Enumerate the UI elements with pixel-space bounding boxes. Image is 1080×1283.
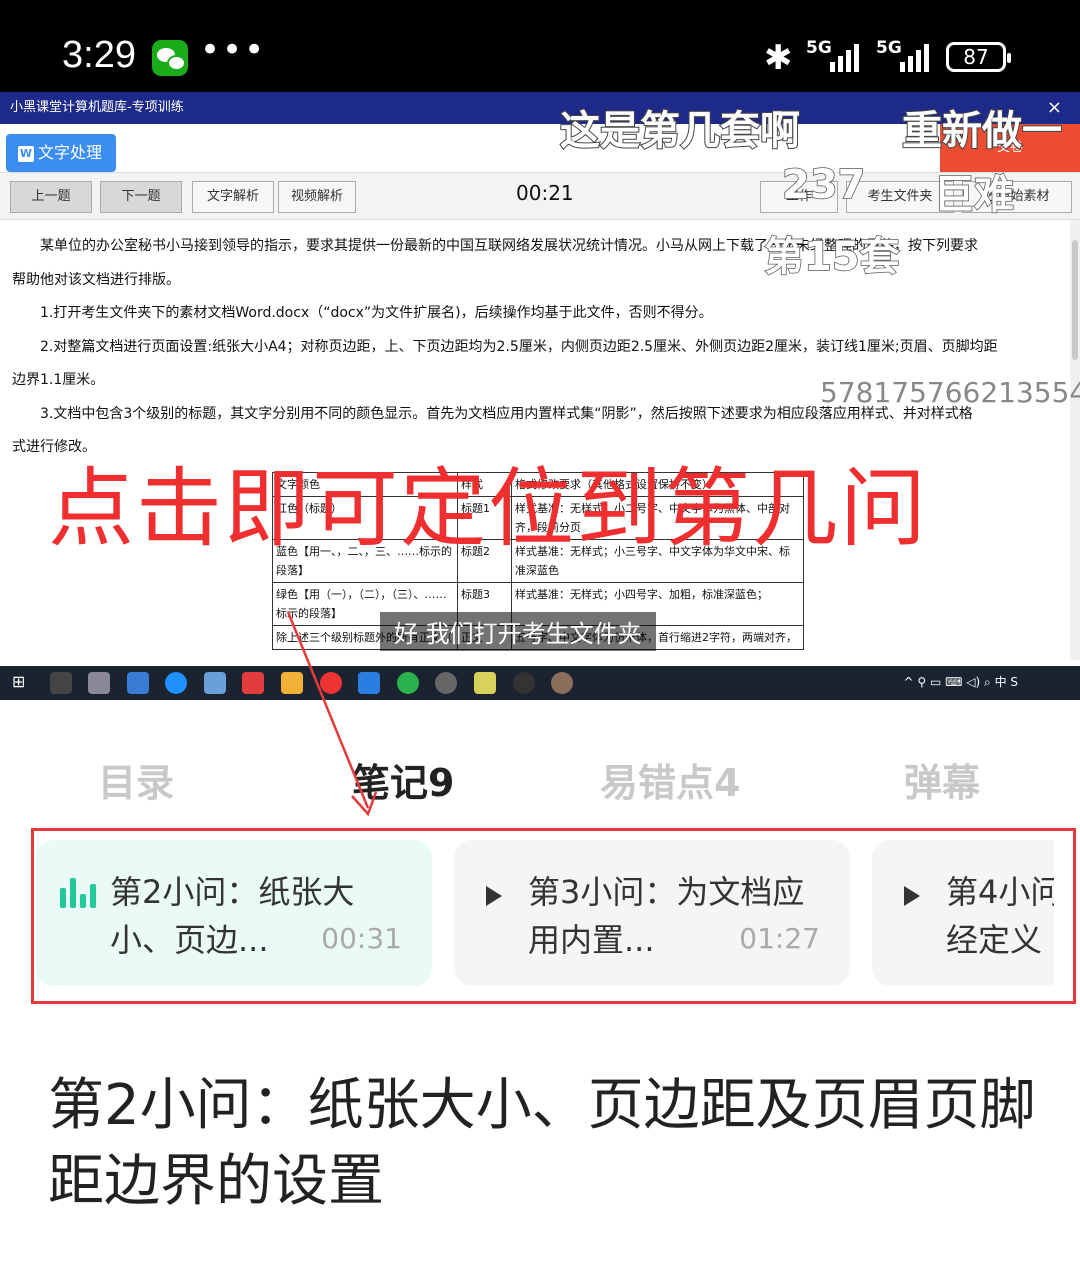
play-icon [896,878,920,906]
app-icon-note [474,672,496,694]
note-time: 00:31 [321,922,402,955]
video-player[interactable]: 小黑课堂计算机题库-专项训练 × W 文字处理 交卷 上一题 下一题 文字解析 视… [0,92,1080,700]
video-subtitle: 好 我们打开考生文件夹 [380,612,656,651]
app-icon-cloud [88,672,110,694]
qq-icon [513,672,535,694]
app-title: 小黑课堂计算机题库-专项训练 [10,100,184,115]
signal-icon-2: 5G [876,38,936,74]
note-card-q2[interactable]: 第2小问：纸张大小、页边... 00:31 [36,840,432,986]
app-icon-red [320,672,342,694]
scrollbar [1070,220,1080,660]
doc-line: 2.对整篇文档进行页面设置:纸张大小A4；对称页边距，上、下页边距均为2.5厘米… [40,338,998,355]
bluetooth-icon: ✱ [764,38,793,78]
doc-line: 帮助他对该文档进行排版。 [12,271,180,288]
note-time: 01:27 [739,922,820,955]
tab-mistakes[interactable]: 易错点4 [600,752,740,807]
word-icon: W [18,146,34,162]
overlay-set: 第15套 [763,233,900,281]
app-icon-blue [358,672,380,694]
battery-icon: 87 [946,42,1011,72]
windows-taskbar: ⊞ ^ ⚲ ▭ ⌨ ◁) ⌕ 中 S [0,666,1080,700]
wechat-icon [152,40,188,76]
note-card-q4[interactable]: 第4小问经定义 [872,840,1054,986]
app-icon-k [50,672,72,694]
word-processing-badge: W 文字处理 [6,134,116,172]
app-icon-clock [435,672,457,694]
more-notifications-icon: ••• [200,30,267,70]
app-icon-store [281,672,303,694]
playing-bars-icon [60,878,100,908]
overlay-big-caption: 点击即可定位到第几问 [48,459,928,559]
play-icon [478,878,502,906]
note-title: 第4小问经定义 [946,873,1054,959]
video-toolbar: 上一题 下一题 文字解析 视频解析 00:21 工作 考生文件夹 还原始素材 [0,172,1080,220]
video-analysis-button: 视频解析 [278,181,356,213]
system-tray: ^ ⚲ ▭ ⌨ ◁) ⌕ 中 S [903,675,1018,689]
tab-notes[interactable]: 笔记9 [352,752,454,807]
overlay-number: 578175766213554 [820,376,1080,409]
edge-icon [165,672,187,694]
timer: 00:21 [516,181,574,205]
doc-line: 某单位的办公室秘书小马接到领导的指示，要求其提供一份最新的中国互联网络发展状况统… [40,238,978,254]
question-text: 某单位的办公室秘书小马接到领导的指示，要求其提供一份最新的中国互联网络发展状况统… [12,230,1064,465]
clock: 3:29 [62,34,136,76]
signal-icon: 5G [806,38,866,74]
app-icon-apps [127,672,149,694]
overlay-hard: 巨难 [933,171,1015,219]
tab-catalog[interactable]: 目录 [98,752,174,807]
prev-question-button: 上一题 [10,181,92,213]
notes-list[interactable]: 第2小问：纸张大小、页边... 00:31 第3小问：为文档应用内置... 01… [36,840,1054,990]
next-question-button: 下一题 [100,181,182,213]
overlay-count: 237 [781,161,866,209]
text-analysis-button: 文字解析 [192,181,274,213]
overlay-redo: 重新做一 [901,107,1063,155]
tab-danmaku[interactable]: 弹幕 [904,752,980,807]
wechat-taskbar-icon [397,672,419,694]
app-icon-avatar [551,672,573,694]
windows-start-icon: ⊞ [12,672,26,691]
app-icon-screen [204,672,226,694]
note-card-q3[interactable]: 第3小问：为文档应用内置... 01:27 [454,840,850,986]
note-heading: 第2小问：纸张大小、页边距及页眉页脚距边界的设置 [48,1073,1036,1214]
overlay-question: 这是第几套啊 [559,107,801,155]
content-tabs: 目录 笔记9 易错点4 弹幕 [0,752,1080,812]
doc-line: 1.打开考生文件夹下的素材文档Word.docx（“docx”为文件扩展名)，后… [40,305,713,321]
app-icon-x [242,672,264,694]
status-bar: 3:29 ••• ✱ 5G 5G 87 [0,0,1080,92]
